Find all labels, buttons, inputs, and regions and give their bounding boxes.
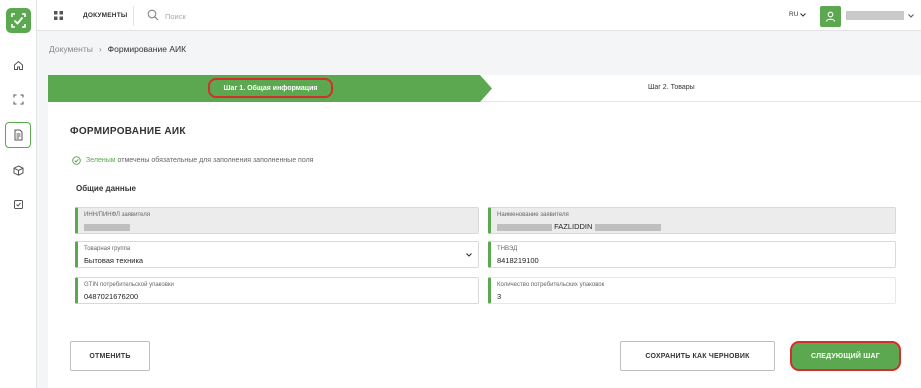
note-green-word: Зеленым	[86, 157, 116, 164]
pack-count-label: Количество потребительских упаковок	[497, 282, 605, 288]
document-icon[interactable]	[5, 122, 31, 148]
gtin-value: 0487021676200	[84, 292, 139, 301]
chevron-down-icon	[800, 12, 807, 17]
user-icon	[825, 11, 836, 22]
scan-icon[interactable]	[10, 91, 26, 107]
applicant-name-value: FAZLIDDIN	[554, 222, 593, 231]
search-input[interactable]	[165, 9, 315, 23]
chevron-down-icon[interactable]	[466, 253, 472, 257]
inn-label: ИНН/ПИНФЛ заявителя	[84, 212, 151, 218]
note-text: отмечены обязательные для заполнения зап…	[117, 157, 314, 164]
divider	[133, 6, 134, 26]
applicant-name-field: Наименование заявителя FAZLIDDIN	[488, 207, 896, 234]
user-avatar[interactable]	[820, 6, 841, 27]
tnved-field[interactable]: ТНВЭД 8418219100	[488, 241, 896, 268]
search-icon[interactable]	[147, 9, 159, 23]
pack-count-field[interactable]: Количество потребительских упаковок 3	[488, 277, 896, 304]
applicant-name-label: Наименование заявителя	[497, 212, 569, 218]
gtin-label: GTIN потребительской упаковки	[84, 282, 174, 288]
stepper: Шаг 1. Общая информация Шаг 2. Товары	[48, 75, 921, 102]
tnved-label: ТНВЭД	[497, 246, 518, 252]
step-1-label[interactable]: Шаг 1. Общая информация	[208, 78, 333, 98]
form-card: Шаг 1. Общая информация Шаг 2. Товары ФО…	[48, 75, 921, 388]
inn-field: ИНН/ПИНФЛ заявителя	[75, 207, 479, 234]
sidebar	[0, 0, 37, 388]
breadcrumb: Документы › Формирование АИК	[49, 44, 186, 54]
gtin-field[interactable]: GTIN потребительской упаковки 0487021676…	[75, 277, 479, 304]
top-bar: ДОКУМЕНТЫ RU	[37, 0, 921, 31]
chevron-down-icon[interactable]	[908, 11, 914, 20]
pack-count-value: 3	[497, 292, 502, 301]
check-circle-icon	[72, 156, 81, 165]
documents-menu-link[interactable]: ДОКУМЕНТЫ	[83, 12, 127, 19]
box-icon[interactable]	[10, 162, 26, 178]
language-selector[interactable]: RU	[789, 11, 807, 18]
product-group-label: Товарная группа	[84, 246, 131, 252]
username-redacted[interactable]	[846, 11, 904, 20]
language-label: RU	[789, 11, 799, 18]
step-2-label[interactable]: Шаг 2. Товары	[648, 84, 695, 91]
grid-icon[interactable]	[54, 11, 63, 22]
redacted-text	[594, 223, 661, 231]
product-group-value: Бытовая техника	[84, 256, 144, 265]
breadcrumb-root[interactable]: Документы	[49, 44, 93, 54]
logo-check-icon[interactable]	[6, 8, 31, 33]
inn-value-redacted	[84, 223, 130, 231]
cancel-button[interactable]: ОТМЕНИТЬ	[70, 341, 150, 371]
next-step-button[interactable]: СЛЕДУЮЩИЙ ШАГ	[790, 341, 901, 371]
save-draft-button[interactable]: СОХРАНИТЬ КАК ЧЕРНОВИК	[620, 341, 775, 371]
checklist-icon[interactable]	[10, 196, 26, 212]
redacted-text	[497, 223, 552, 231]
tnved-value: 8418219100	[497, 256, 539, 265]
product-group-select[interactable]: Товарная группа Бытовая техника	[75, 241, 479, 268]
breadcrumb-current: Формирование АИК	[107, 44, 187, 54]
page-title: ФОРМИРОВАНИЕ АИК	[70, 126, 186, 137]
required-note: Зеленым отмечены обязательные для заполн…	[72, 156, 313, 165]
section-title: Общие данные	[76, 184, 136, 193]
breadcrumb-separator: ›	[98, 44, 102, 54]
home-icon[interactable]	[10, 57, 26, 73]
